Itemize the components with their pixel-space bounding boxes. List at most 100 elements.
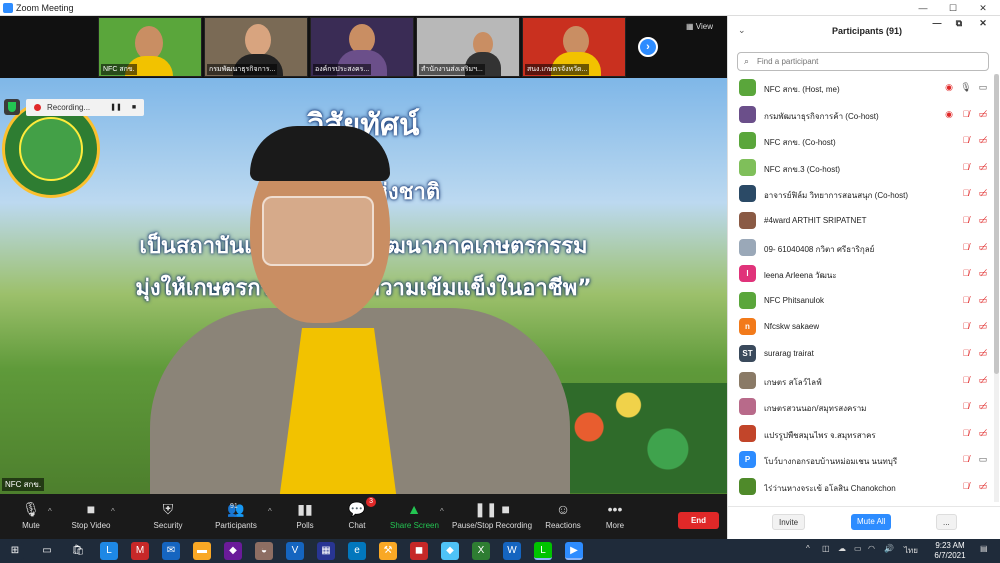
video-off-icon[interactable]: ▭̸ [976,399,990,413]
minimize-button[interactable]: — [912,1,934,15]
mic-muted-icon[interactable]: 🎙̸ [959,452,973,466]
taskbar-clock[interactable]: 9:23 AM 6/7/2021 [930,541,970,561]
participant-row[interactable]: NFC สกข. (Co-host) 🎙̸ ▭̸ [728,127,993,154]
mic-muted-icon[interactable]: 🎙̸ [959,479,973,493]
video-off-icon[interactable]: ▭̸ [976,107,990,121]
thumbnail-video[interactable]: NFC สกข. [98,17,202,77]
video-off-icon[interactable]: ▭̸ [976,266,990,280]
video-off-icon[interactable]: ▭̸ [976,133,990,147]
chat-button[interactable]: 💬 3 Chat [344,497,376,530]
panel-close-button[interactable]: ✕ [972,16,994,30]
video-off-icon[interactable]: ▭̸ [976,319,990,333]
share-screen-button[interactable]: ▲ Share Screen [390,500,439,530]
participant-row[interactable]: l leena Arleena วัฒนะ 🎙̸ ▭̸ [728,260,993,287]
next-thumbnails-button[interactable]: › [638,37,658,57]
mic-muted-icon[interactable]: 🎙̸ [959,133,973,147]
participants-scrollbar[interactable] [994,74,999,502]
audio-options-caret[interactable]: ^ [48,507,52,516]
mic-muted-icon[interactable]: 🎙̸ [959,346,973,360]
stop-video-button[interactable]: ■ Stop Video [68,500,114,530]
mute-button[interactable]: 🎙 Mute [18,500,44,530]
cloud-icon[interactable]: ☁ [838,544,846,553]
mic-muted-icon[interactable]: 🎙̸ [959,160,973,174]
reactions-button[interactable]: ☺ Reactions [544,500,582,530]
video-off-icon[interactable]: ▭̸ [976,293,990,307]
app-tools-icon[interactable]: ⚒ [379,542,397,560]
participant-row[interactable]: P โบว์บางกอกรอบบ้านหม่อมเชน นนทบุรี 🎙̸ ▭ [728,446,993,473]
thumbnail-video[interactable]: กรมพัฒนาธุรกิจการ... [204,17,308,77]
mic-muted-icon[interactable]: 🎙̸ [959,186,973,200]
participant-row[interactable]: กรมพัฒนาธุรกิจการค้า (Co-host) ◉ 🎙̸ ▭̸ [728,101,993,128]
participant-row[interactable]: เกษตรสวนนอก/สมุทรสงคราม 🎙̸ ▭̸ [728,393,993,420]
mic-muted-icon[interactable]: 🎙̸ [959,213,973,227]
windows-start-icon[interactable]: ⊞ [6,542,24,560]
close-button[interactable]: ✕ [972,1,994,15]
collapse-chevron-icon[interactable]: ⌄ [738,25,746,36]
mic-muted-icon[interactable]: 🎙̸ [959,266,973,280]
pause-recording-button[interactable]: ❚❚ [110,102,122,113]
participant-row[interactable]: #4ward ARTHIT SRIPATNET 🎙̸ ▭̸ [728,207,993,234]
video-options-caret[interactable]: ^ [111,507,115,516]
visual-studio-icon[interactable]: ◆ [224,542,242,560]
word-icon[interactable]: W [503,542,521,560]
view-button[interactable]: ▦ View [686,22,713,31]
notification-icon[interactable]: ▤ [980,544,988,553]
panel-more-button[interactable]: ... [936,514,957,530]
invite-button[interactable]: Invite [772,514,806,530]
zoom-icon[interactable]: ▶ [565,542,583,560]
more-button[interactable]: ••• More [601,500,629,530]
thumbnail-video[interactable]: สำนักงานส่งเสริมฯ... [416,17,520,77]
participants-button[interactable]: 👥 91 Participants [212,500,260,530]
video-off-icon[interactable]: ▭̸ [976,186,990,200]
mic-icon[interactable]: 🎙 [959,80,973,94]
app-blue-icon[interactable]: ◆ [441,542,459,560]
mic-muted-icon[interactable]: 🎙̸ [959,426,973,440]
participant-row[interactable]: NFC Phitsanulok 🎙̸ ▭̸ [728,287,993,314]
share-options-caret[interactable]: ^ [440,507,444,516]
mic-muted-icon[interactable]: 🎙̸ [959,399,973,413]
paint-icon[interactable]: ◒ [255,542,273,560]
video-off-icon[interactable]: ▭̸ [976,373,990,387]
participant-row[interactable]: 09- 61040408 กวิตา ศรีธาริกุลย์ 🎙̸ ▭̸ [728,234,993,261]
mic-muted-icon[interactable]: 🎙̸ [959,373,973,387]
volume-icon[interactable]: 🔊 [884,544,894,553]
mcafee-icon[interactable]: M [131,542,149,560]
mail-icon[interactable]: ✉ [162,542,180,560]
network-icon[interactable]: ▭ [854,544,862,553]
edge-icon[interactable]: e [348,542,366,560]
mic-muted-icon[interactable]: 🎙̸ [959,240,973,254]
store-icon[interactable]: 🛍 [69,542,87,560]
video-off-icon[interactable]: ▭̸ [976,426,990,440]
video-off-icon[interactable]: ▭̸ [976,213,990,227]
tray-app-icon[interactable]: ◫ [822,544,830,553]
mic-muted-icon[interactable]: 🎙̸ [959,107,973,121]
participant-row[interactable]: เกษตร สโลว์ไลฟ์ 🎙̸ ▭̸ [728,367,993,394]
participant-row[interactable]: n Nfcskw sakaew 🎙̸ ▭̸ [728,313,993,340]
app-l-icon[interactable]: L [100,542,118,560]
search-input[interactable] [757,55,981,68]
polls-button[interactable]: ▮▮ Polls [292,500,318,530]
wifi-icon[interactable]: ◠ [868,544,875,553]
app-red-icon[interactable]: ◼ [410,542,428,560]
excel-icon[interactable]: X [472,542,490,560]
participant-row[interactable]: อาจารย์ฟิล์ม วิทยาการสอนสนุก (Co-host) 🎙̸… [728,180,993,207]
mic-muted-icon[interactable]: 🎙̸ [959,319,973,333]
participant-row[interactable]: ไร่ว่านหางจระเข้ อโลสิน Chanokchon 🎙̸ ▭̸ [728,473,993,500]
video-off-icon[interactable]: ▭̸ [976,240,990,254]
line-icon[interactable]: L [534,542,552,560]
participant-row[interactable]: แปรรูปพืชสมุนไพร จ.สมุทรสาคร 🎙̸ ▭̸ [728,420,993,447]
mic-muted-icon[interactable]: 🎙̸ [959,293,973,307]
participants-options-caret[interactable]: ^ [268,507,272,516]
app-calendar-icon[interactable]: ▦ [317,542,335,560]
tray-chevron-icon[interactable]: ^ [806,544,810,553]
participant-row[interactable]: NFC สกข.3 (Co-host) 🎙̸ ▭̸ [728,154,993,181]
pause-stop-recording-button[interactable]: ❚❚ ■ Pause/Stop Recording [452,500,532,530]
thumbnail-video[interactable]: องค์กรประสงคร... [310,17,414,77]
maximize-button[interactable]: ☐ [942,1,964,15]
stop-recording-button[interactable]: ■ [128,102,140,113]
participant-row[interactable]: ST surarag trairat 🎙̸ ▭̸ [728,340,993,367]
video-off-icon[interactable]: ▭̸ [976,160,990,174]
security-button[interactable]: ⛨ Security [150,500,186,530]
task-view-icon[interactable]: ▭ [38,542,56,560]
encryption-shield-icon[interactable] [4,99,20,115]
